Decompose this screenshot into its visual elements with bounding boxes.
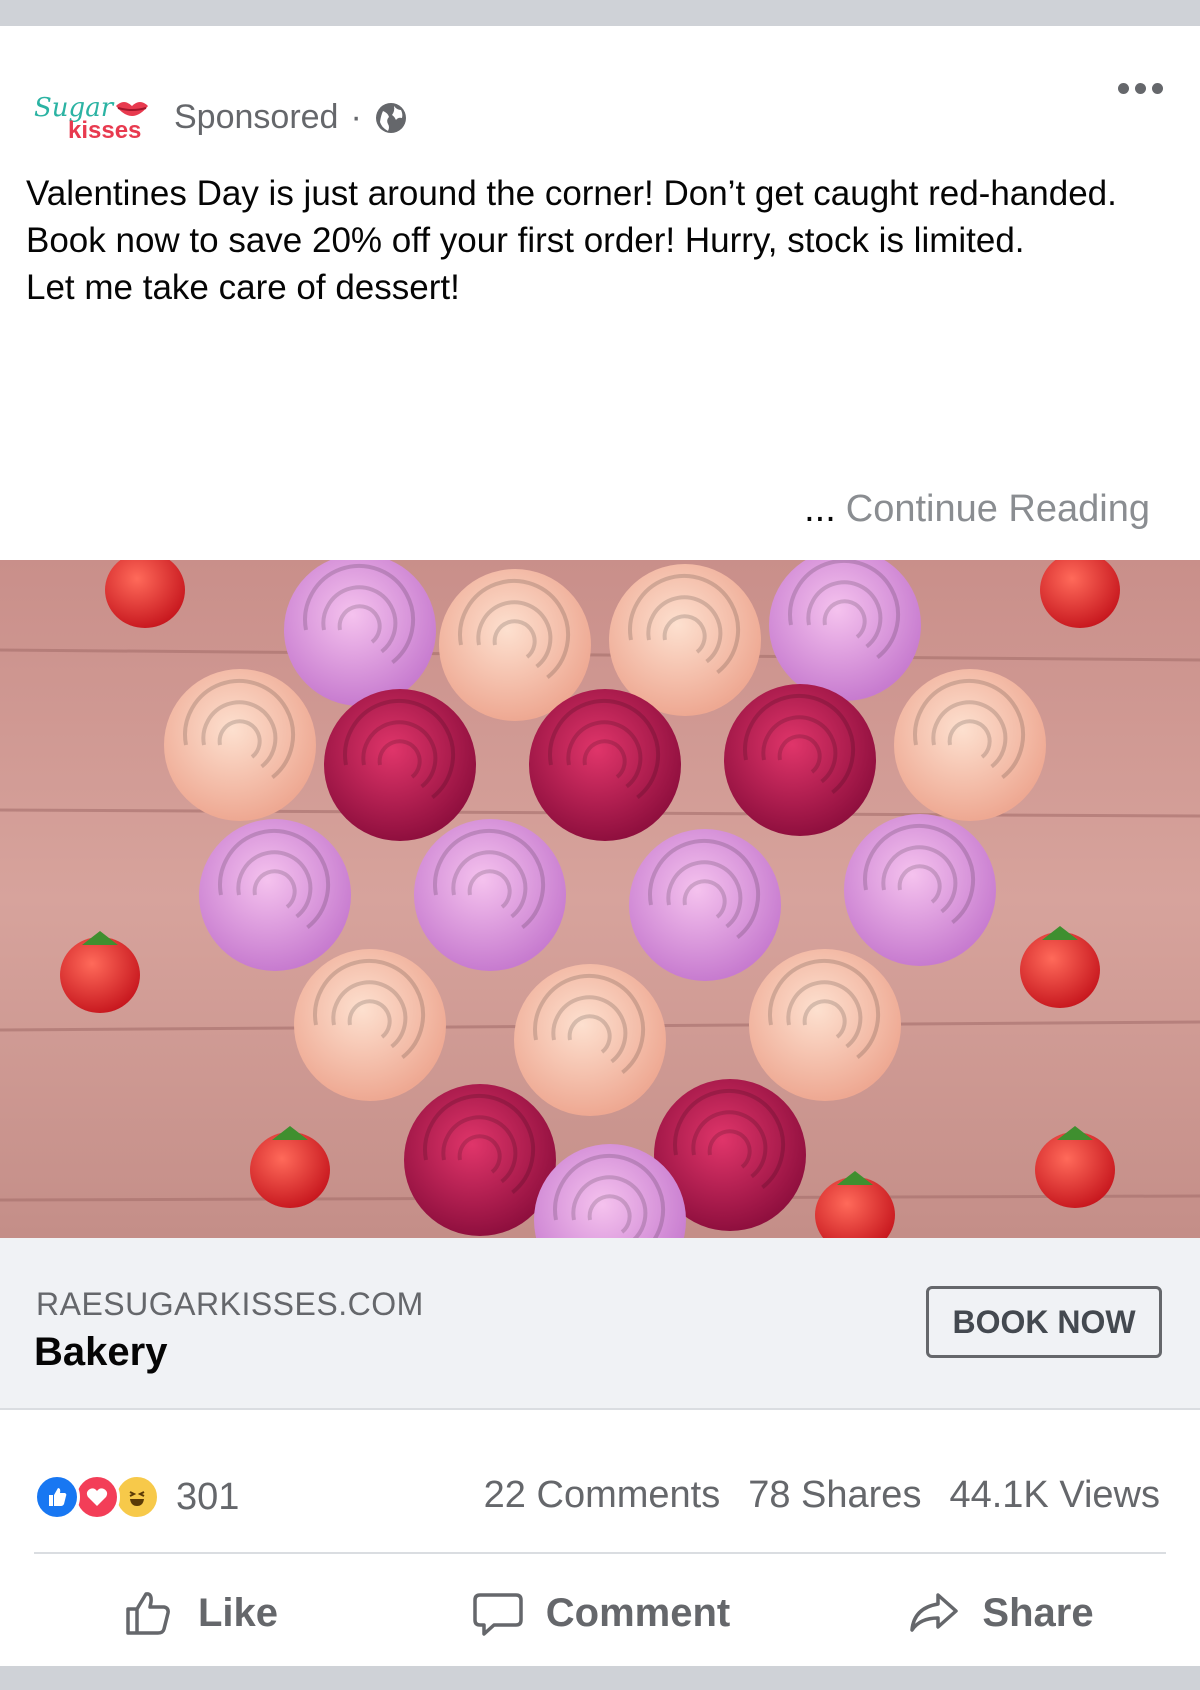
reaction-count: 301 (176, 1475, 240, 1518)
book-now-button[interactable]: BOOK NOW (926, 1286, 1162, 1358)
shares-count[interactable]: 78 Shares (748, 1474, 921, 1517)
continue-reading-label: Continue Reading (845, 488, 1150, 530)
post-text-line: Book now to save 20% off your first orde… (26, 221, 1025, 260)
cupcake-rose (629, 829, 781, 981)
dot-icon (1134, 82, 1146, 94)
like-label: Like (197, 1590, 279, 1635)
continue-reading-link[interactable]: ... Continue Reading (804, 488, 1150, 531)
cupcake-rose (199, 819, 351, 971)
cupcake-rose (439, 569, 591, 721)
cupcake-rose (724, 684, 876, 836)
page-logo[interactable]: Sugar kisses (28, 78, 158, 158)
reactions-summary[interactable]: 301 (34, 1474, 239, 1520)
link-category: Bakery (34, 1330, 168, 1374)
post-text: Valentines Day is just around the corner… (26, 170, 1196, 311)
sponsored-label: Sponsored (174, 98, 339, 136)
cupcake-heart-photo (0, 560, 1200, 1238)
globe-icon (374, 101, 408, 135)
cupcake-rose (294, 949, 446, 1101)
share-arrow-icon (910, 1593, 959, 1632)
cupcake-rose (529, 689, 681, 841)
cupcake-rose (164, 669, 316, 821)
cupcake-rose (894, 669, 1046, 821)
love-reaction-icon (74, 1474, 120, 1520)
dot-icon (1151, 82, 1163, 94)
cupcake-rose (609, 564, 761, 716)
dot-icon (1117, 82, 1129, 94)
meta-separator: · (350, 98, 362, 136)
post-text-line: Let me take care of dessert! (26, 268, 460, 307)
sugar-kisses-logo: Sugar kisses (34, 93, 148, 144)
share-label: Share (982, 1590, 1094, 1635)
comment-bubble-icon (473, 1593, 523, 1636)
more-options-button[interactable] (1110, 70, 1170, 106)
haha-reaction-icon (114, 1474, 160, 1520)
sponsored-meta: Sponsored · (174, 98, 408, 137)
thumbs-up-icon (126, 1592, 170, 1635)
cupcake-rose (324, 689, 476, 841)
cupcake-rose (404, 1084, 556, 1236)
link-domain: RAESUGARKISSES.COM (36, 1286, 424, 1322)
like-reaction-icon (34, 1474, 80, 1520)
svg-text:kisses: kisses (68, 117, 141, 144)
post-text-line: Valentines Day is just around the corner… (26, 174, 1117, 213)
cupcake-rose (844, 814, 996, 966)
comment-button[interactable]: Comment (400, 1570, 800, 1656)
ellipsis: ... (804, 488, 836, 530)
share-button[interactable]: Share (800, 1570, 1200, 1656)
cupcake-rose (514, 964, 666, 1116)
post-image[interactable] (0, 560, 1200, 1238)
cupcake-rose (414, 819, 566, 971)
cupcake-rose (284, 560, 436, 706)
like-button[interactable]: Like (0, 1570, 400, 1656)
divider (34, 1552, 1166, 1554)
action-bar: Like Comment Share (0, 1570, 1200, 1656)
cupcake-rose (749, 949, 901, 1101)
engagement-stats: 22 Comments 78 Shares 44.1K Views (484, 1474, 1160, 1517)
views-count[interactable]: 44.1K Views (949, 1474, 1160, 1517)
comments-count[interactable]: 22 Comments (484, 1474, 721, 1517)
comment-label: Comment (545, 1590, 731, 1635)
